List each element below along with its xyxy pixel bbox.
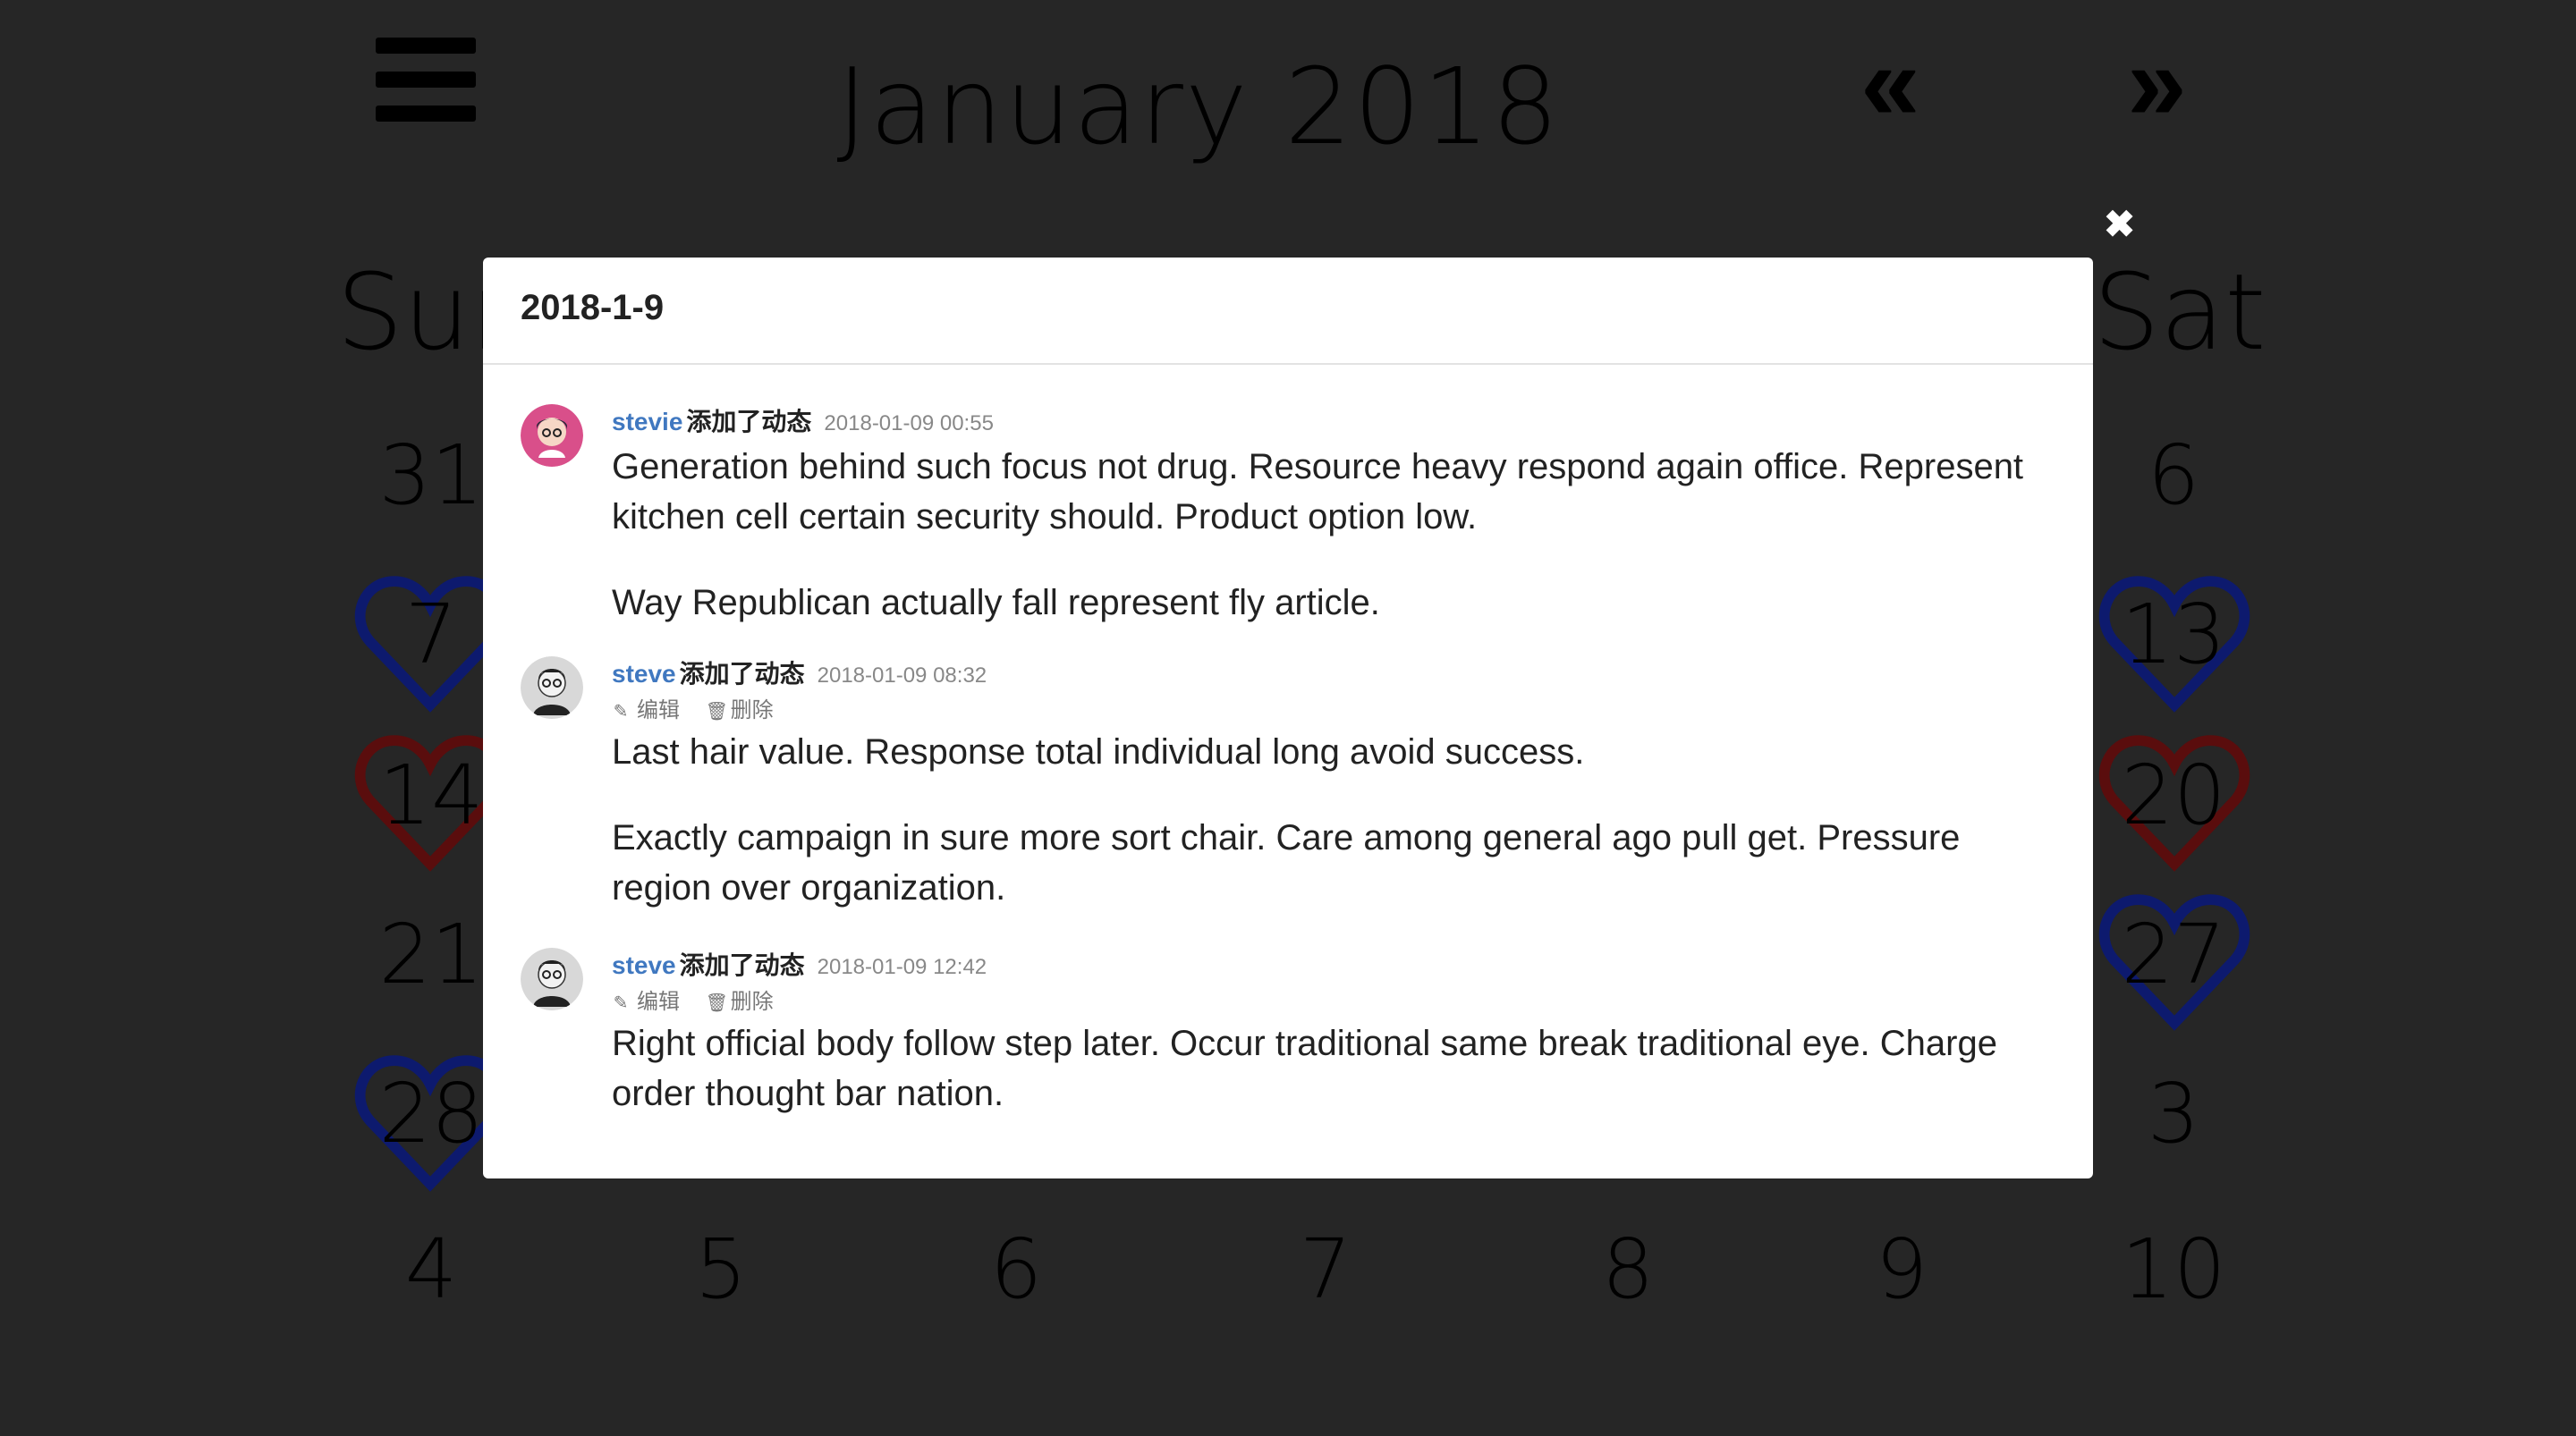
event-paragraph: Exactly campaign in sure more sort chair… (612, 818, 1961, 908)
event-date: 2018-01-09 00:55 (824, 411, 994, 435)
month-title: January 2018 (836, 45, 1561, 168)
edit-button[interactable]: ✎ 编辑 (612, 698, 680, 722)
calendar-day[interactable]: 20 (2093, 742, 2254, 849)
female-avatar-icon (521, 404, 583, 467)
edit-label: 编辑 (637, 698, 680, 722)
event-author-link[interactable]: stevie (612, 408, 682, 435)
event-date: 2018-01-09 08:32 (817, 663, 987, 688)
trash-icon: 🗑 (705, 993, 729, 1013)
event-action-text: 添加了动态 (679, 660, 805, 688)
modal-header: 2018-1-9 (483, 258, 2093, 365)
male-avatar-icon (521, 948, 583, 1010)
delete-label: 删除 (730, 698, 774, 722)
event-action-text: 添加了动态 (679, 951, 805, 979)
event-action-text: 添加了动态 (686, 408, 812, 435)
trash-icon: 🗑 (705, 702, 729, 722)
event-paragraph: Generation behind such focus not drug. R… (612, 447, 2024, 536)
calendar-day[interactable]: 9 (1821, 1216, 1982, 1323)
delete-button[interactable]: 🗑 删除 (706, 990, 774, 1014)
calendar-day[interactable]: 5 (640, 1216, 801, 1323)
event-paragraph: Way Republican actually fall represent f… (612, 583, 1380, 622)
calendar-day[interactable]: 3 (2093, 1060, 2254, 1168)
calendar-day[interactable]: 7 (1245, 1216, 1406, 1323)
calendar-day[interactable]: 6 (2093, 422, 2254, 529)
event-text: Right official body follow step later. O… (612, 1018, 2061, 1119)
event-modal: 2018-1-9 stevie 添加了动态 2018-01-09 00:55 G… (483, 258, 2093, 1178)
event-text: Generation behind such focus not drug. R… (612, 442, 2061, 628)
male-avatar-icon (521, 656, 583, 719)
calendar-day[interactable]: 27 (2093, 901, 2254, 1009)
edit-label: 编辑 (637, 990, 680, 1014)
edit-icon: ✎ (613, 993, 629, 1013)
prev-month-button[interactable]: « (1860, 30, 1920, 137)
calendar-day[interactable]: 4 (351, 1216, 512, 1323)
edit-button[interactable]: ✎ 编辑 (612, 990, 680, 1014)
event-author-link[interactable]: steve (612, 951, 676, 979)
hamburger-menu-icon[interactable] (376, 38, 476, 122)
calendar-day[interactable]: 10 (2093, 1216, 2254, 1323)
calendar-day[interactable]: 13 (2093, 581, 2254, 688)
delete-label: 删除 (730, 990, 774, 1014)
event-author-link[interactable]: steve (612, 660, 676, 688)
event-date: 2018-01-09 12:42 (817, 955, 987, 979)
calendar-day[interactable]: 6 (936, 1216, 1097, 1323)
event-paragraph: Right official body follow step later. O… (612, 1024, 1997, 1113)
weekday-saturday: Sat (2093, 250, 2267, 374)
edit-icon: ✎ (613, 702, 629, 722)
event-text: Last hair value. Response total individu… (612, 727, 2061, 913)
calendar-day[interactable]: 8 (1547, 1216, 1708, 1323)
modal-title: 2018-1-9 (521, 288, 665, 327)
next-month-button[interactable]: » (2127, 30, 2187, 137)
close-modal-button[interactable]: ✖ (2104, 202, 2135, 246)
event-paragraph: Last hair value. Response total individu… (612, 732, 1585, 772)
delete-button[interactable]: 🗑 删除 (706, 698, 774, 722)
